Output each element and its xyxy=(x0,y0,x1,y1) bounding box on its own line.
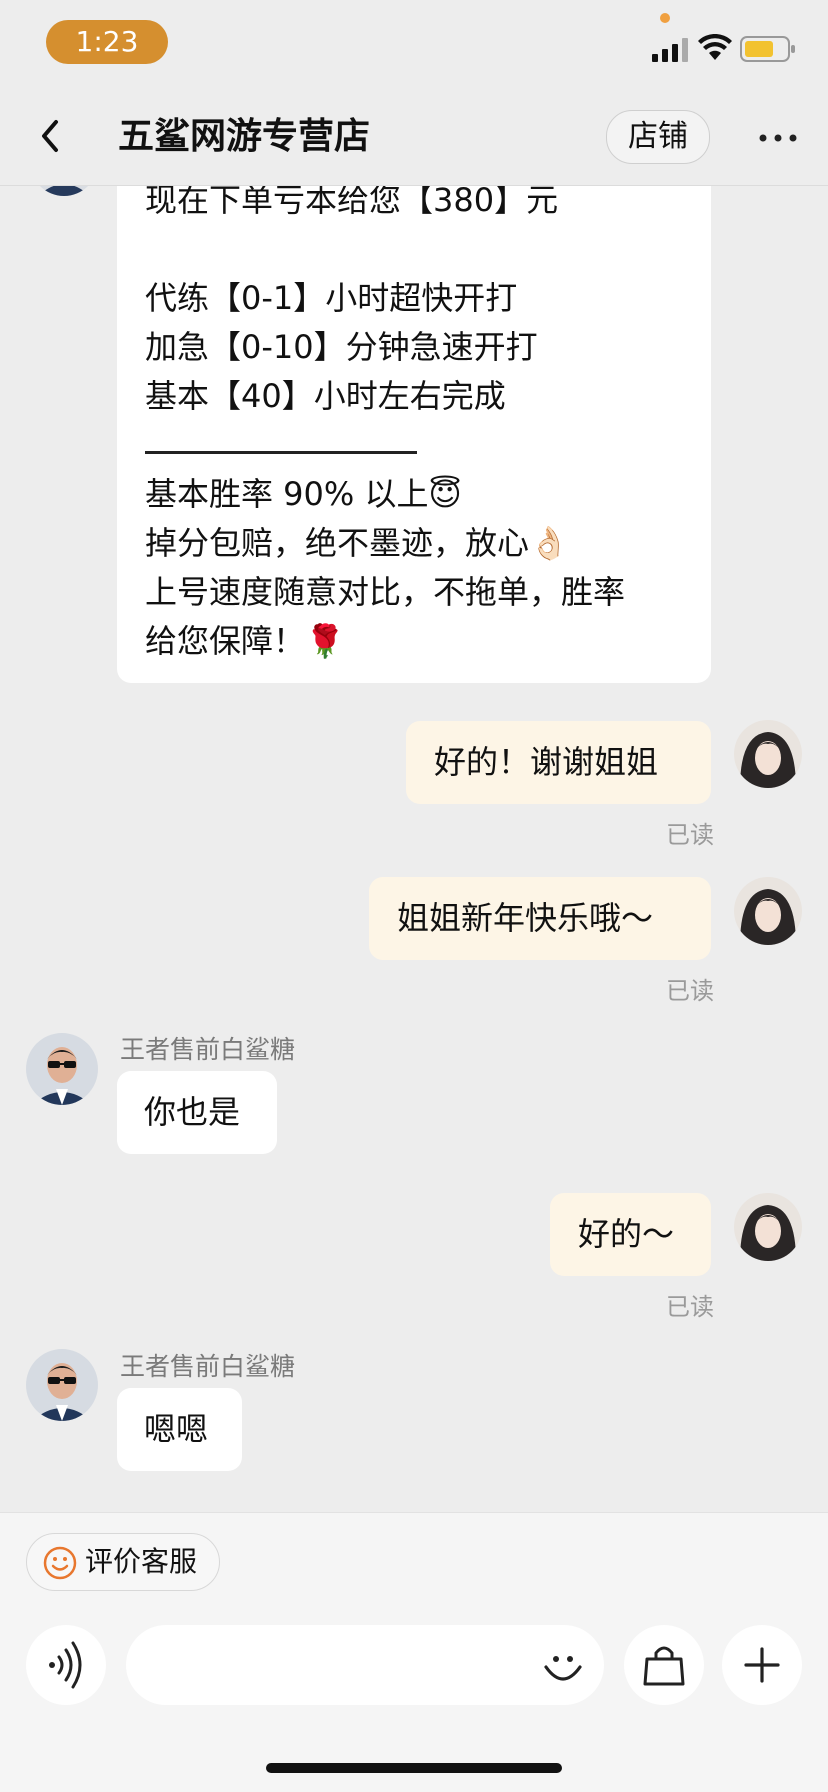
shop-title[interactable]: 五鲨网游专营店 xyxy=(118,112,370,162)
message-input-box[interactable] xyxy=(126,1625,604,1705)
seller-avatar[interactable] xyxy=(26,1033,98,1105)
message-line: 基本【40】小时左右完成 xyxy=(145,377,506,415)
my-message-bubble: 好的！谢谢姐姐 xyxy=(406,721,711,804)
plus-icon xyxy=(744,1647,780,1683)
message-line: 现在下单亏本给您【380】元 xyxy=(145,186,559,219)
voice-button[interactable] xyxy=(26,1625,106,1705)
my-message-text: 姐姐新年快乐哦～ xyxy=(397,899,654,937)
my-message-text: 好的！谢谢姐姐 xyxy=(434,743,659,781)
message-line: 加急【0-10】分钟急速开打 xyxy=(145,328,538,366)
more-options-icon[interactable] xyxy=(758,133,798,143)
signal-icon xyxy=(652,38,688,62)
message-line: 上号速度随意对比，不拖单，胜率 xyxy=(145,573,626,611)
message-line: 给您保障！🌹 xyxy=(145,622,345,660)
home-indicator[interactable] xyxy=(266,1763,562,1773)
my-message-bubble: 姐姐新年快乐哦～ xyxy=(369,877,711,960)
chat-screen: 1:23 五鲨网游专营店 店铺 现在下单亏本给您【380】元 代练【0-1】小时… xyxy=(0,0,828,1792)
store-button[interactable]: 店铺 xyxy=(606,110,710,164)
message-list[interactable]: 现在下单亏本给您【380】元 代练【0-1】小时超快开打 加急【0-10】分钟急… xyxy=(0,186,828,1512)
sender-name: 王者售前白鲨糖 xyxy=(120,1035,296,1064)
shopping-bag-button[interactable] xyxy=(624,1625,704,1705)
input-area: 评价客服 xyxy=(0,1512,828,1792)
my-avatar[interactable] xyxy=(734,877,802,945)
add-button[interactable] xyxy=(722,1625,802,1705)
voice-icon xyxy=(49,1641,82,1689)
seller-message-text: 嗯嗯 xyxy=(144,1410,209,1448)
read-status: 已读 xyxy=(666,977,714,1005)
seller-message-bubble: 你也是 xyxy=(117,1071,277,1154)
battery-icon xyxy=(740,36,795,62)
seller-message-text: 你也是 xyxy=(144,1093,241,1131)
smile-icon xyxy=(43,1546,77,1580)
message-line-blank xyxy=(145,225,683,274)
shopping-bag-icon xyxy=(643,1646,685,1686)
my-avatar[interactable] xyxy=(734,720,802,788)
rate-service-label: 评价客服 xyxy=(85,1545,198,1578)
privacy-indicator-dot xyxy=(660,13,670,23)
message-line: 掉分包赔，绝不墨迹，放心👌🏻 xyxy=(145,524,569,562)
emoji-icon[interactable] xyxy=(540,1643,586,1689)
back-arrow-icon[interactable] xyxy=(36,116,66,156)
chat-header: 五鲨网游专营店 店铺 xyxy=(0,90,828,186)
my-message-text: 好的～ xyxy=(578,1215,675,1253)
message-line: 基本胜率 90% 以上😇 xyxy=(145,475,462,513)
status-time: 1:23 xyxy=(46,20,168,64)
seller-promo-message: 现在下单亏本给您【380】元 代练【0-1】小时超快开打 加急【0-10】分钟急… xyxy=(117,186,711,683)
wifi-icon xyxy=(698,34,732,60)
my-avatar[interactable] xyxy=(734,1193,802,1261)
sender-name: 王者售前白鲨糖 xyxy=(120,1352,296,1381)
rate-service-button[interactable]: 评价客服 xyxy=(26,1533,220,1591)
my-message-bubble: 好的～ xyxy=(550,1193,711,1276)
message-input[interactable] xyxy=(156,1643,520,1689)
status-bar: 1:23 xyxy=(0,0,828,90)
divider-line xyxy=(145,421,683,470)
seller-avatar[interactable] xyxy=(26,1349,98,1421)
message-line: 代练【0-1】小时超快开打 xyxy=(145,279,518,317)
read-status: 已读 xyxy=(666,821,714,849)
seller-message-bubble: 嗯嗯 xyxy=(117,1388,242,1471)
read-status: 已读 xyxy=(666,1293,714,1321)
